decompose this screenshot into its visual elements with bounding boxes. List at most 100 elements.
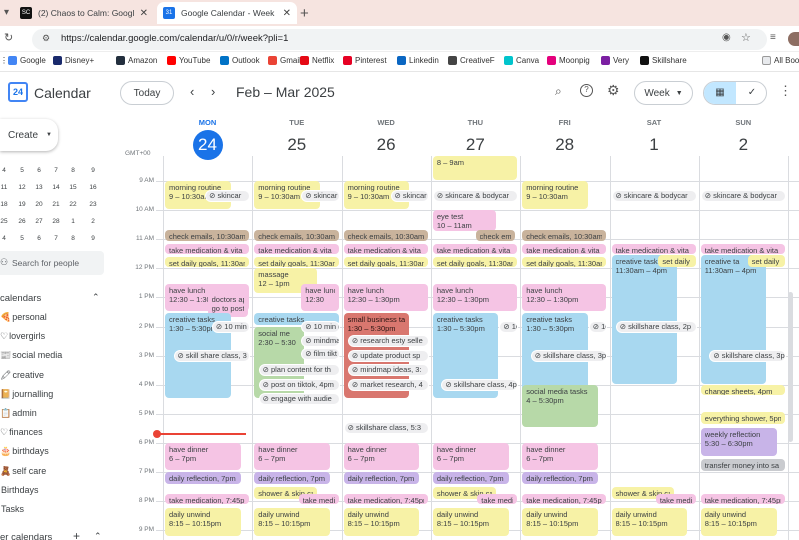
calendar-event[interactable]: take medic (655, 493, 696, 505)
bookmark-creativef[interactable]: CreativeF (448, 56, 495, 65)
mini-calendar-day[interactable]: 22 (65, 201, 81, 208)
mini-calendar-day[interactable]: 21 (48, 201, 64, 208)
task-chip[interactable]: ⊘ skincare & bodycar (432, 189, 519, 202)
other-calendars-header[interactable]: er calendars (0, 532, 52, 540)
task-chip[interactable]: ⊘ 10 min (588, 320, 608, 333)
calendar-event[interactable]: daily reflection, 7pm (343, 472, 420, 485)
mini-calendar-day[interactable]: 20 (31, 201, 47, 208)
calendar-event[interactable]: check emails, 10:30am (343, 229, 428, 242)
mini-calendar-day[interactable]: 28 (48, 218, 64, 225)
all-bookmarks[interactable]: All Boo (762, 56, 799, 65)
calendar-event[interactable]: take medication & vita (611, 243, 696, 255)
url-text[interactable]: https://calendar.google.com/calendar/u/0… (61, 33, 288, 44)
mini-calendar-day[interactable]: 9 (85, 167, 101, 174)
task-chip[interactable]: ⊘ skincare & bodycar (611, 189, 697, 202)
calendar-event[interactable]: have lunch12:30 (301, 284, 339, 311)
calendar-event[interactable]: daily reflection, 7pm (432, 472, 509, 485)
day-header-sat[interactable]: SAT 1 (610, 112, 699, 160)
calendar-event[interactable]: daily unwind 8:15 – 10:15pm (700, 508, 777, 537)
mini-calendar-day[interactable]: 18 (0, 201, 12, 208)
calendar-event[interactable]: have dinner 6 – 7pm (522, 442, 598, 470)
calendar-event[interactable]: take medic (477, 493, 518, 505)
apps-grid-icon[interactable]: ⋮ (779, 83, 792, 99)
calendar-event[interactable]: take medication & vita (165, 243, 250, 255)
create-button[interactable]: Create ▼ (0, 119, 58, 151)
calendar-event[interactable]: daily unwind 8:15 – 10:15pm (432, 508, 509, 537)
day-header-sun[interactable]: SUN 2 (699, 112, 788, 160)
browser-tab-calendar[interactable]: 31 Google Calendar - Week of 2 ✕ (157, 2, 297, 24)
mini-calendar-day[interactable]: 25 (0, 218, 12, 225)
task-chip[interactable]: ⊘ skincare & bodycar (700, 189, 787, 202)
mini-calendar-day[interactable]: 7 (48, 167, 64, 174)
mini-calendar-day[interactable]: 8 (65, 167, 81, 174)
mini-calendar-day[interactable]: 1 (65, 218, 81, 225)
calendar-event[interactable]: check emails, 10:30am (165, 229, 250, 242)
task-chip[interactable]: ⊘ 10 min (499, 320, 519, 333)
mini-calendar-day[interactable]: 4 (0, 235, 12, 242)
day-number[interactable]: 28 (550, 130, 580, 160)
calendar-item-birthdays[interactable]: Birthdays (0, 485, 39, 495)
calendar-event[interactable]: take medication & vita (432, 243, 518, 255)
day-number[interactable]: 25 (282, 130, 312, 160)
site-settings-icon[interactable]: ⚙ (42, 33, 50, 44)
mini-calendar-day[interactable]: 15 (65, 184, 81, 191)
calendar-view-icon[interactable]: ▦ (704, 82, 736, 104)
calendar-event[interactable]: set daily goals, 11:30am (343, 256, 428, 268)
mini-calendar-day[interactable]: 6 (31, 167, 47, 174)
calendar-event[interactable]: daily unwind 8:15 – 10:15pm (254, 508, 331, 537)
day-header-tue[interactable]: TUE 25 (252, 112, 341, 160)
mini-calendar-day[interactable]: 2 (85, 218, 101, 225)
task-chip[interactable]: ⊘ update product sp (347, 349, 429, 362)
bookmark-google[interactable]: Google (8, 56, 46, 65)
bookmark-star-icon[interactable]: ☆ (741, 31, 751, 44)
calendar-event[interactable]: have lunch 12:30 – 1:30pm (432, 284, 518, 311)
eye-off-icon[interactable]: ◉ (722, 32, 731, 43)
calendar-item-personal[interactable]: 🍕personal (0, 312, 47, 323)
mini-calendar-day[interactable]: 7 (48, 235, 64, 242)
task-chip[interactable]: ⊘ skillshare class, 3p (709, 349, 787, 362)
calendar-event[interactable]: daily unwind 8:15 – 10:15pm (522, 508, 598, 537)
task-chip[interactable]: ⊘ mindma (301, 335, 340, 348)
calendar-event[interactable]: take medication, 7:45pm (700, 493, 786, 505)
calendar-event[interactable]: set daily goals, 11:30am (254, 256, 339, 268)
tab-search-icon[interactable]: ▾ (4, 7, 9, 18)
mini-calendar-day[interactable]: 14 (48, 184, 64, 191)
task-chip[interactable]: ⊘ 10 min p (301, 320, 340, 333)
calendar-event[interactable]: take medication & vita (343, 243, 428, 255)
previous-week-icon[interactable]: ‹ (190, 84, 194, 99)
mini-calendar-day[interactable]: 13 (31, 184, 47, 191)
calendar-event[interactable]: take medication & vita (254, 243, 339, 255)
calendar-event[interactable]: weekly reflection 5:30 – 6:30pm (700, 428, 777, 457)
profile-avatar[interactable] (788, 32, 799, 46)
reload-icon[interactable]: ↻ (4, 31, 13, 44)
bookmark-netflix[interactable]: Netflix (300, 56, 334, 65)
bookmark-disney-[interactable]: Disney+ (53, 56, 94, 65)
calendar-event[interactable]: daily unwind 8:15 – 10:15pm (165, 508, 241, 537)
calendar-item-tasks[interactable]: Tasks (0, 504, 24, 514)
calendar-event[interactable]: everything shower, 5pm (700, 412, 786, 425)
mini-calendar-day[interactable]: 16 (85, 184, 101, 191)
mini-calendar-day[interactable]: 9 (85, 235, 101, 242)
collapse-chevron-icon[interactable]: ⌃ (92, 292, 100, 303)
calendar-event[interactable]: have dinner 6 – 7pm (165, 442, 241, 470)
calendar-item-journalling[interactable]: 📔journalling (0, 389, 53, 400)
day-number[interactable]: 1 (639, 130, 669, 160)
mini-calendar-day[interactable]: 23 (85, 201, 101, 208)
mini-calendar-day[interactable]: 27 (31, 218, 47, 225)
mini-calendar-day[interactable]: 4 (0, 167, 12, 174)
calendar-item-finances[interactable]: ♡finances (0, 427, 43, 438)
bookmark-outlook[interactable]: Outlook (220, 56, 260, 65)
calendar-event[interactable]: check emails, 10:30am (522, 229, 607, 242)
bookmark-skillshare[interactable]: Skillshare (640, 56, 687, 65)
mini-calendar-day[interactable]: 26 (14, 218, 30, 225)
tasks-view-icon[interactable]: ✓ (736, 82, 766, 104)
calendar-event[interactable]: daily unwind 8:15 – 10:15pm (343, 508, 420, 537)
task-chip[interactable]: ⊘ skincar (301, 189, 340, 202)
calendar-event[interactable]: set daily goals, 11:30am (432, 256, 518, 268)
day-header-fri[interactable]: FRI 28 (520, 112, 609, 160)
task-chip[interactable]: ⊘ engage with audie (258, 393, 340, 406)
grid-scrollbar[interactable] (788, 292, 793, 442)
bookmark-moonpig[interactable]: Moonpig (547, 56, 590, 65)
view-select[interactable]: Week ▼ (634, 81, 693, 105)
task-chip[interactable]: ⊘ post on tiktok, 4pm (258, 378, 340, 391)
